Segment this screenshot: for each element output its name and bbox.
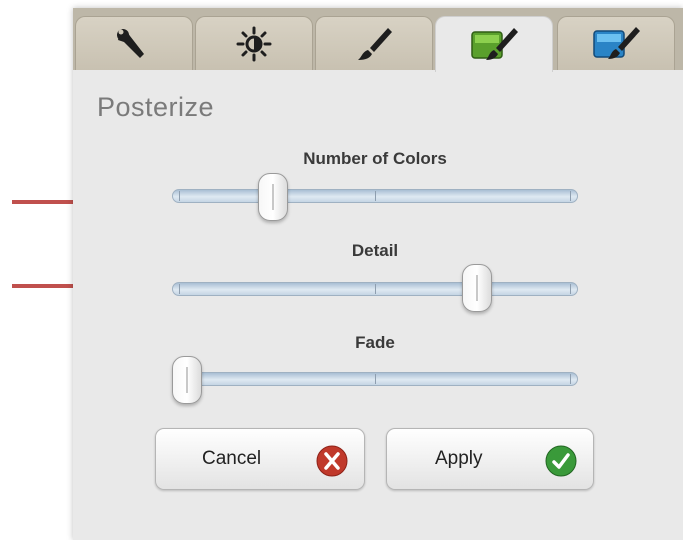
posterize-panel: Posterize Number of Colors Detail Fade C… [73, 8, 683, 540]
apply-button-label: Apply [435, 448, 483, 469]
tab-bar [73, 8, 683, 72]
checkmark-icon [545, 445, 577, 477]
brightness-icon [236, 26, 272, 62]
detail-slider-track[interactable] [172, 282, 578, 296]
apply-button[interactable]: Apply [386, 428, 594, 490]
tab-artistic[interactable] [557, 16, 675, 70]
brush-icon [354, 26, 394, 62]
green-paint-brush-icon [470, 26, 518, 64]
blue-paint-brush-icon [592, 25, 640, 63]
fade-slider-track[interactable] [172, 372, 578, 386]
cancel-button[interactable]: Cancel [155, 428, 365, 490]
panel-title: Posterize [97, 92, 215, 122]
fade-label: Fade [355, 333, 395, 352]
detail-slider-handle[interactable] [461, 264, 492, 312]
detail-label: Detail [351, 241, 399, 260]
cancel-x-icon [316, 445, 348, 477]
tab-adjust[interactable] [195, 16, 313, 70]
tab-tools[interactable] [75, 16, 193, 70]
tab-effects[interactable] [435, 16, 553, 72]
fade-slider-handle[interactable] [172, 356, 202, 404]
tab-brush[interactable] [315, 16, 433, 70]
number-of-colors-label: Number of Colors [303, 149, 447, 168]
number-of-colors-slider-handle[interactable] [258, 173, 289, 221]
number-of-colors-slider-track[interactable] [172, 189, 578, 203]
cancel-button-label: Cancel [202, 448, 262, 469]
wrench-icon [114, 26, 154, 62]
